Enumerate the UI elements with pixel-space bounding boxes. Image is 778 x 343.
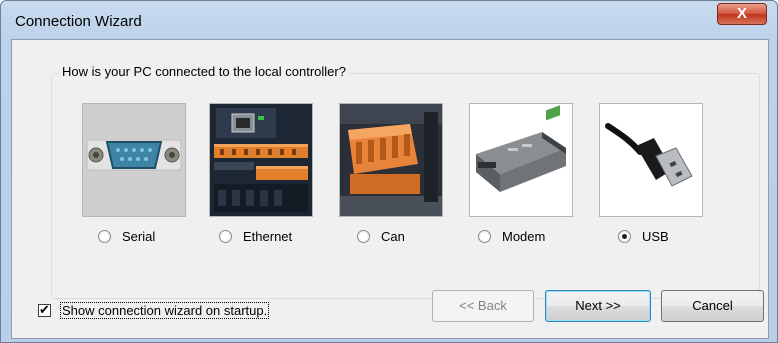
can-option[interactable]: Can [357,227,405,245]
ethernet-image[interactable] [209,103,313,217]
modem-label: Modem [502,228,546,244]
close-icon: X [736,5,747,22]
group-legend: How is your PC connected to the local co… [59,64,349,79]
serial-image[interactable] [82,103,186,217]
serial-radio[interactable] [98,229,111,243]
startup-checkbox[interactable]: ✔ [38,302,51,317]
serial-port-icon [83,104,185,216]
back-button[interactable]: << Back [432,290,534,322]
usb-option[interactable]: USB [618,227,669,245]
can-label: Can [381,228,405,244]
dialog-body: How is your PC connected to the local co… [11,39,769,339]
ethernet-controller-icon [210,104,312,216]
serial-option[interactable]: Serial [98,227,155,245]
ethernet-label: Ethernet [243,228,293,244]
can-connector-icon [340,104,442,216]
modem-icon [470,104,572,216]
close-button[interactable]: X [717,3,767,25]
cancel-button[interactable]: Cancel [661,290,764,322]
modem-image[interactable] [469,103,573,217]
usb-image[interactable] [599,103,703,217]
checkmark-icon: ✔ [39,302,50,317]
usb-radio[interactable] [618,229,631,243]
usb-label: USB [642,228,669,244]
serial-label: Serial [122,228,156,244]
window-title: Connection Wizard [15,13,142,30]
modem-radio[interactable] [478,229,491,243]
ethernet-option[interactable]: Ethernet [219,227,292,245]
title-bar[interactable]: Connection Wizard X [1,1,777,39]
ethernet-radio[interactable] [219,229,232,243]
connection-wizard-window: Connection Wizard X How is your PC conne… [0,0,778,343]
startup-checkbox-label[interactable]: Show connection wizard on startup. [60,302,270,319]
modem-option[interactable]: Modem [478,227,545,245]
can-image[interactable] [339,103,443,217]
usb-plug-icon [600,104,702,216]
next-button[interactable]: Next >> [545,290,651,322]
can-radio[interactable] [357,229,370,243]
